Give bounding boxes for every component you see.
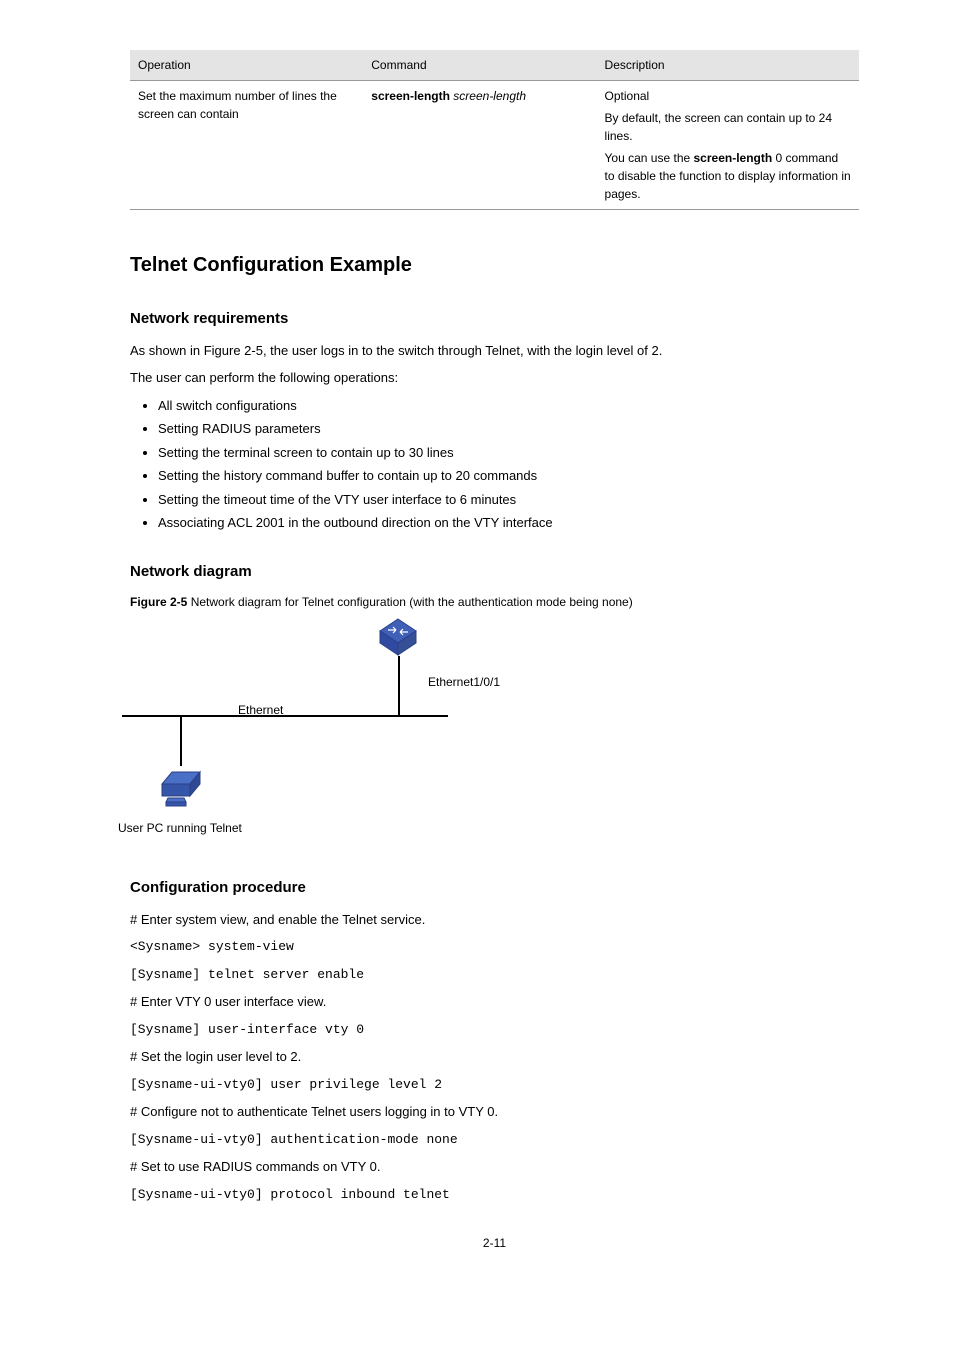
line-ethernet [122, 715, 448, 717]
step-2-text: # Enter VTY 0 user interface view. [130, 992, 859, 1012]
th-command: Command [363, 50, 596, 81]
switch-port-label: Ethernet1/0/1 [428, 673, 500, 691]
list-item: All switch configurations [158, 396, 859, 416]
cmd-line: [Sysname-ui-vty0] authentication-mode no… [130, 1130, 859, 1150]
th-operation: Operation [130, 50, 363, 81]
heading-telnet-example: Telnet Configuration Example [130, 250, 859, 280]
page-number: 2-11 [130, 1234, 859, 1252]
cell-description: Optional By default, the screen can cont… [597, 81, 859, 210]
list-item: Setting the timeout time of the VTY user… [158, 490, 859, 510]
list-item: Setting the terminal screen to contain u… [158, 443, 859, 463]
th-description: Description [597, 50, 859, 81]
cell-command: screen-length screen-length [363, 81, 596, 210]
cell-operation: Set the maximum number of lines the scre… [130, 81, 363, 210]
network-diagram: Ethernet1/0/1 Ethernet User PC running T… [110, 617, 580, 847]
heading-network-diagram: Network diagram [130, 561, 859, 584]
cmd-line: [Sysname-ui-vty0] user privilege level 2 [130, 1075, 859, 1095]
line-switch [398, 656, 400, 716]
cmd-line: [Sysname] user-interface vty 0 [130, 1020, 859, 1040]
heading-network-requirements: Network requirements [130, 308, 859, 331]
pc-icon [156, 766, 206, 808]
list-item: Associating ACL 2001 in the outbound dir… [158, 513, 859, 533]
config-table: Operation Command Description Set the ma… [130, 50, 859, 210]
step-5-text: # Set to use RADIUS commands on VTY 0. [130, 1157, 859, 1177]
figure-caption: Figure 2-5 Network diagram for Telnet co… [130, 593, 859, 611]
requirements-list: All switch configurations Setting RADIUS… [158, 396, 859, 533]
cmd-line: [Sysname-ui-vty0] protocol inbound telne… [130, 1185, 859, 1205]
para-requirements-1: As shown in Figure 2-5, the user logs in… [130, 341, 859, 361]
step-4-text: # Configure not to authenticate Telnet u… [130, 1102, 859, 1122]
step-3-text: # Set the login user level to 2. [130, 1047, 859, 1067]
para-requirements-2: The user can perform the following opera… [130, 368, 859, 388]
table-row: Set the maximum number of lines the scre… [130, 81, 859, 210]
step-1-text: # Enter system view, and enable the Teln… [130, 910, 859, 930]
pc-label: User PC running Telnet [118, 819, 242, 837]
heading-configuration-procedure: Configuration procedure [130, 877, 859, 900]
cmd-line: [Sysname] telnet server enable [130, 965, 859, 985]
list-item: Setting the history command buffer to co… [158, 466, 859, 486]
line-pc [180, 716, 182, 766]
switch-icon [378, 617, 418, 657]
cmd-line: <Sysname> system-view [130, 937, 859, 957]
list-item: Setting RADIUS parameters [158, 419, 859, 439]
